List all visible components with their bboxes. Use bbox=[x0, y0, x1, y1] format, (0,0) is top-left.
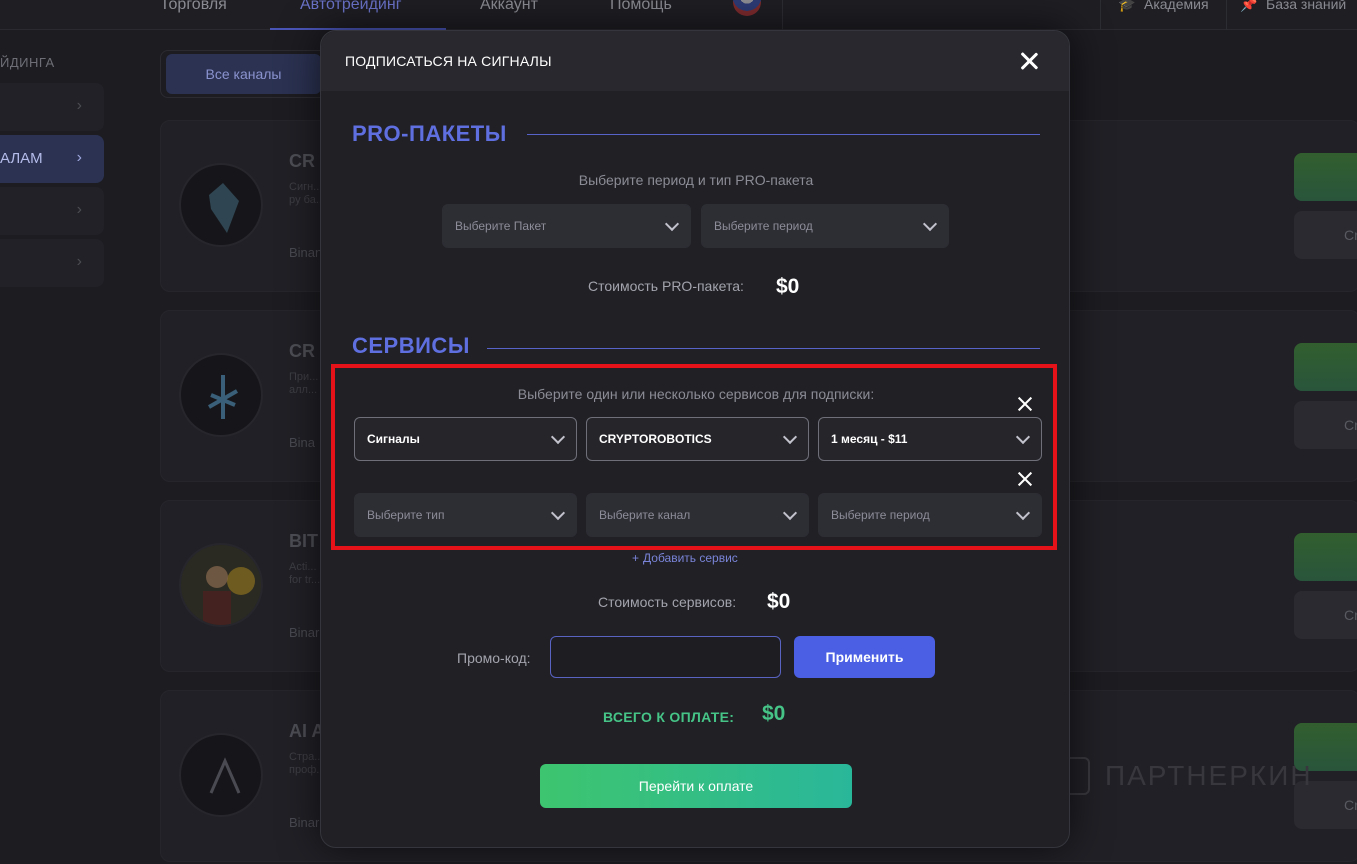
nav-help[interactable]: Помощь bbox=[610, 0, 672, 14]
services-cost-value: $0 bbox=[767, 590, 791, 613]
nav-divider bbox=[1100, 0, 1101, 30]
academy-icon: 🎓 bbox=[1118, 0, 1136, 12]
nav-trading[interactable]: Торговля bbox=[160, 0, 227, 14]
language-flag-icon[interactable] bbox=[733, 0, 761, 16]
services-cost-label: Стоимость сервисов: bbox=[598, 594, 737, 610]
chevron-right-icon: › bbox=[76, 149, 82, 166]
bull-bear-icon bbox=[208, 375, 238, 419]
pro-hint: Выберите период и тип PRO-пакета bbox=[578, 172, 814, 188]
channel-avatar bbox=[179, 163, 263, 247]
pro-cost-label: Стоимость PRO-пакета: bbox=[588, 278, 744, 294]
channel-exchange: Binar bbox=[289, 625, 320, 640]
crystal-icon bbox=[209, 183, 239, 233]
ai-alpha-logo-icon bbox=[209, 757, 241, 794]
pro-period-select[interactable]: Выберите период bbox=[701, 204, 949, 248]
nav-knowledge-base[interactable]: База знаний bbox=[1266, 0, 1346, 12]
sidebar-item[interactable]: › bbox=[0, 239, 104, 287]
chevron-down-icon bbox=[924, 219, 936, 231]
channel-avatar bbox=[179, 733, 263, 817]
nav-academy[interactable]: Академия bbox=[1144, 0, 1209, 12]
channel-exchange: Binar bbox=[289, 815, 320, 830]
sidebar-item-signals[interactable]: АЛАМ › bbox=[0, 135, 104, 183]
nav-autotrading[interactable]: Автотрейдинг bbox=[300, 0, 402, 14]
page-root: Торговля Автотрейдинг Аккаунт Помощь 🎓 А… bbox=[0, 0, 1357, 864]
subscribe-button[interactable] bbox=[1294, 533, 1357, 581]
details-button[interactable]: Cr bbox=[1294, 591, 1357, 639]
package-select-value: Выберите Пакет bbox=[455, 219, 547, 233]
close-icon[interactable] bbox=[1017, 49, 1041, 73]
filter-all-channels[interactable]: Все каналы bbox=[166, 54, 321, 94]
highlight-box bbox=[331, 364, 1057, 550]
modal-header: ПОДПИСАТЬСЯ НА СИГНАЛЫ bbox=[321, 31, 1069, 91]
services-heading: СЕРВИСЫ bbox=[352, 333, 470, 358]
details-button[interactable]: Cr bbox=[1294, 211, 1357, 259]
channel-exchange: Binan bbox=[289, 245, 323, 260]
pin-icon: 📌 bbox=[1240, 0, 1258, 12]
modal-title: ПОДПИСАТЬСЯ НА СИГНАЛЫ bbox=[345, 53, 552, 69]
businessman-icon bbox=[203, 566, 255, 625]
package-select[interactable]: Выберите Пакет bbox=[442, 204, 691, 248]
pro-period-select-value: Выберите период bbox=[714, 219, 813, 233]
channel-exchange: Bina bbox=[289, 435, 316, 450]
nav-divider bbox=[1226, 0, 1227, 30]
promo-code-label: Промо-код: bbox=[457, 650, 531, 666]
chevron-down-icon bbox=[666, 219, 678, 231]
sidebar-item-label: АЛАМ bbox=[0, 150, 43, 167]
channel-name: BIT bbox=[289, 531, 318, 551]
apply-promo-button[interactable]: Применить bbox=[794, 636, 935, 678]
section-divider bbox=[527, 134, 1040, 135]
top-navigation: Торговля Автотрейдинг Аккаунт Помощь 🎓 А… bbox=[0, 0, 1357, 30]
add-service-link[interactable]: + Добавить сервис bbox=[632, 551, 738, 565]
nav-account[interactable]: Аккаунт bbox=[480, 0, 538, 14]
channel-avatar bbox=[179, 353, 263, 437]
sidebar-item[interactable]: › bbox=[0, 187, 104, 235]
promo-code-input[interactable] bbox=[550, 636, 781, 678]
details-button[interactable]: Cr bbox=[1294, 401, 1357, 449]
add-service-label: Добавить сервис bbox=[643, 551, 738, 565]
channel-name: CR bbox=[289, 341, 315, 361]
total-value: $0 bbox=[762, 702, 786, 725]
watermark: ПАРТНЕРКИН bbox=[1105, 760, 1313, 791]
channel-avatar bbox=[179, 543, 263, 627]
chevron-right-icon: › bbox=[76, 253, 82, 270]
chevron-right-icon: › bbox=[76, 201, 82, 218]
chevron-right-icon: › bbox=[76, 97, 82, 114]
proceed-to-payment-button[interactable]: Перейти к оплате bbox=[540, 764, 852, 808]
plus-icon: + bbox=[632, 551, 640, 565]
sidebar-title: ЙДИНГА bbox=[0, 55, 55, 70]
section-divider bbox=[487, 348, 1040, 349]
channel-name: CR bbox=[289, 151, 315, 171]
subscribe-button[interactable] bbox=[1294, 343, 1357, 391]
subscribe-button[interactable] bbox=[1294, 153, 1357, 201]
pro-cost-value: $0 bbox=[776, 275, 800, 298]
nav-divider bbox=[782, 0, 783, 30]
pro-packages-heading: PRO-ПАКЕТЫ bbox=[352, 121, 507, 146]
sidebar-item[interactable]: › bbox=[0, 83, 104, 131]
total-label: ВСЕГО К ОПЛАТЕ: bbox=[603, 709, 735, 725]
